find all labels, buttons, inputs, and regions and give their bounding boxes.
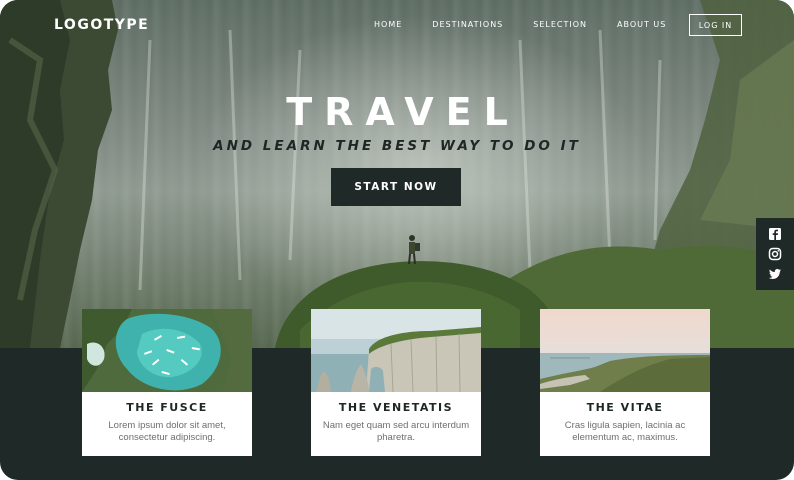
- facebook-icon[interactable]: [768, 227, 782, 241]
- main-nav: HOME DESTINATIONS SELECTION ABOUT US: [374, 20, 666, 29]
- card-image-lagoon: [82, 309, 252, 392]
- hero-subtitle: AND LEARN THE BEST WAY TO DO IT: [213, 138, 581, 154]
- card-title: THE VENETATIS: [338, 401, 454, 414]
- instagram-icon[interactable]: [768, 247, 782, 261]
- nav-item-about-us[interactable]: ABOUT US: [617, 20, 666, 29]
- nav-item-destinations[interactable]: DESTINATIONS: [432, 20, 503, 29]
- social-bar: [756, 218, 794, 290]
- card-image-cliffs: [311, 309, 481, 392]
- twitter-icon[interactable]: [768, 267, 782, 281]
- destination-card[interactable]: THE VITAE Cras ligula sapien, lacinia ac…: [540, 309, 710, 456]
- card-title: THE FUSCE: [126, 401, 208, 414]
- destination-card[interactable]: THE VENETATIS Nam eget quam sed arcu int…: [311, 309, 481, 456]
- hero-title: TRAVEL: [286, 90, 520, 134]
- card-description: Nam eget quam sed arcu interdum pharetra…: [322, 420, 470, 443]
- page-frame: LOGOTYPE HOME DESTINATIONS SELECTION ABO…: [0, 0, 794, 480]
- card-description: Lorem ipsum dolor sit amet, consectetur …: [108, 420, 226, 443]
- start-now-button[interactable]: START NOW: [331, 168, 461, 206]
- nav-item-home[interactable]: HOME: [374, 20, 402, 29]
- login-button[interactable]: LOG IN: [689, 14, 742, 36]
- card-description: Cras ligula sapien, lacinia ac elementum…: [564, 420, 686, 443]
- card-title: THE VITAE: [586, 401, 664, 414]
- destination-card[interactable]: THE FUSCE Lorem ipsum dolor sit amet, co…: [82, 309, 252, 456]
- hero-section: LOGOTYPE HOME DESTINATIONS SELECTION ABO…: [0, 0, 794, 348]
- logo[interactable]: LOGOTYPE: [54, 17, 149, 33]
- nav-item-selection[interactable]: SELECTION: [533, 20, 587, 29]
- card-image-coast: [540, 309, 710, 392]
